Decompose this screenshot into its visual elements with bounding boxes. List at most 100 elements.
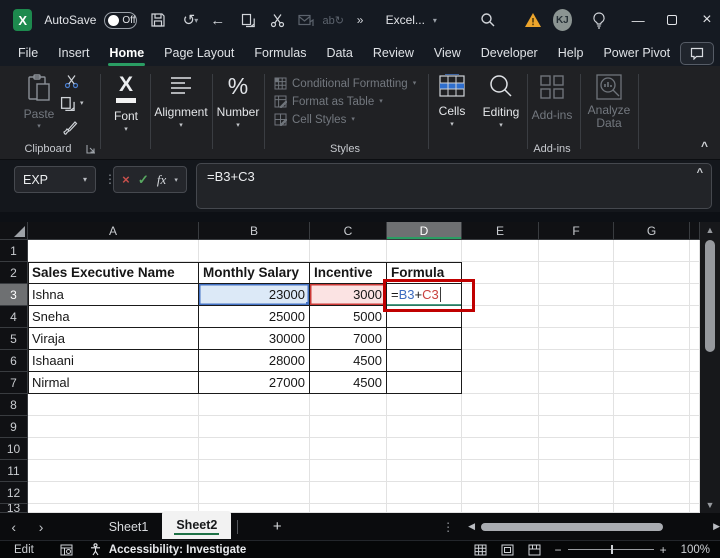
horizontal-scrollbar-thumb[interactable]: [481, 522, 664, 531]
tab-developer[interactable]: Developer: [471, 42, 548, 64]
comments-button[interactable]: [680, 41, 715, 65]
cell-B9[interactable]: [199, 416, 310, 438]
row-header-13[interactable]: 13: [0, 504, 28, 513]
cell-A6[interactable]: Ishaani: [28, 350, 199, 372]
font-group-button[interactable]: X Font ▾: [106, 74, 146, 134]
row-header-6[interactable]: 6: [0, 350, 28, 372]
name-box-chevron-icon[interactable]: ▾: [83, 175, 87, 184]
warning-icon[interactable]: [522, 7, 545, 33]
cell-C7[interactable]: 4500: [310, 372, 387, 394]
undo-chevron-icon[interactable]: ▾: [194, 16, 198, 25]
cut-icon[interactable]: [266, 7, 289, 33]
column-header-A[interactable]: A: [28, 222, 199, 240]
lightbulb-icon[interactable]: [588, 7, 611, 33]
cell-F3[interactable]: [539, 284, 614, 306]
accessibility-icon[interactable]: [89, 543, 102, 556]
add-sheet-button[interactable]: +: [266, 518, 288, 535]
cell-F1[interactable]: [539, 240, 614, 262]
copy-chevron-icon[interactable]: ▾: [80, 100, 84, 107]
excel-logo-icon[interactable]: X: [13, 9, 33, 31]
editing-group-button[interactable]: Editing ▾: [478, 74, 524, 129]
cell-B1[interactable]: [199, 240, 310, 262]
sheet-nav-right-icon[interactable]: ›: [27, 519, 54, 535]
cell-B2[interactable]: Monthly Salary: [199, 262, 310, 284]
autosave-toggle[interactable]: Off: [104, 11, 137, 29]
cell-B3[interactable]: 23000: [199, 284, 310, 306]
cell-A11[interactable]: [28, 460, 199, 482]
macro-record-icon[interactable]: [60, 544, 73, 556]
cell-D6[interactable]: [387, 350, 462, 372]
sheetbar-dots-icon[interactable]: ⋮: [442, 520, 454, 534]
cell-A8[interactable]: [28, 394, 199, 416]
cell-E11[interactable]: [462, 460, 539, 482]
tab-insert[interactable]: Insert: [48, 42, 99, 64]
copy-icon[interactable]: [237, 7, 260, 33]
scroll-up-icon[interactable]: ▲: [706, 222, 715, 238]
cell-D7[interactable]: [387, 372, 462, 394]
tab-power-pivot[interactable]: Power Pivot: [593, 42, 680, 64]
tab-page-layout[interactable]: Page Layout: [154, 42, 244, 64]
column-header-B[interactable]: B: [199, 222, 310, 240]
cell-A10[interactable]: [28, 438, 199, 460]
copy-button[interactable]: ▾: [60, 96, 84, 112]
cell-A9[interactable]: [28, 416, 199, 438]
cell-A7[interactable]: Nirmal: [28, 372, 199, 394]
sheet-tab-sheet1[interactable]: Sheet1: [95, 514, 163, 539]
cell-E5[interactable]: [462, 328, 539, 350]
zoom-slider[interactable]: [567, 545, 654, 554]
row-header-9[interactable]: 9: [0, 416, 28, 438]
search-icon[interactable]: [477, 7, 500, 33]
cancel-entry-button[interactable]: ×: [122, 172, 130, 187]
page-break-view-icon[interactable]: [528, 544, 541, 556]
cell-D12[interactable]: [387, 482, 462, 504]
cell-A1[interactable]: [28, 240, 199, 262]
page-layout-view-icon[interactable]: [501, 544, 514, 556]
column-header-D[interactable]: D: [387, 222, 462, 240]
cell-A3[interactable]: Ishna: [28, 284, 199, 306]
cell-C3[interactable]: 3000: [310, 284, 387, 306]
cell-F6[interactable]: [539, 350, 614, 372]
cell-A4[interactable]: Sneha: [28, 306, 199, 328]
clipboard-dialog-launcher-icon[interactable]: [86, 144, 96, 154]
cell-G8[interactable]: [614, 394, 690, 416]
cell-G6[interactable]: [614, 350, 690, 372]
insert-function-button[interactable]: fx: [157, 172, 166, 188]
scroll-down-icon[interactable]: ▼: [706, 497, 715, 513]
cell-A12[interactable]: [28, 482, 199, 504]
collapse-ribbon-icon[interactable]: ^: [701, 139, 708, 153]
cell-C2[interactable]: Incentive: [310, 262, 387, 284]
cell-D13[interactable]: [387, 504, 462, 513]
horizontal-scrollbar[interactable]: ◀ ▶: [468, 521, 720, 532]
number-group-button[interactable]: % Number ▾: [216, 74, 260, 129]
cell-C4[interactable]: 5000: [310, 306, 387, 328]
normal-view-icon[interactable]: [474, 544, 487, 556]
zoom-level[interactable]: 100%: [681, 544, 710, 556]
minimize-button[interactable]: —: [625, 6, 651, 34]
cell-F9[interactable]: [539, 416, 614, 438]
sheet-nav-left-icon[interactable]: ‹: [0, 519, 27, 535]
cell-C13[interactable]: [310, 504, 387, 513]
cell-C6[interactable]: 4500: [310, 350, 387, 372]
cell-B8[interactable]: [199, 394, 310, 416]
close-button[interactable]: ×: [694, 6, 720, 34]
row-header-1[interactable]: 1: [0, 240, 28, 262]
redo-arrow-icon[interactable]: ←: [206, 7, 229, 33]
cell-D11[interactable]: [387, 460, 462, 482]
cell-E4[interactable]: [462, 306, 539, 328]
column-header-C[interactable]: C: [310, 222, 387, 240]
zoom-in-button[interactable]: +: [660, 543, 667, 557]
zoom-slider-thumb[interactable]: [610, 545, 613, 554]
cell-D2[interactable]: Formula: [387, 262, 462, 284]
cell-E13[interactable]: [462, 504, 539, 513]
cell-B12[interactable]: [199, 482, 310, 504]
enter-entry-button[interactable]: ✓: [138, 172, 149, 188]
cell-C10[interactable]: [310, 438, 387, 460]
row-header-4[interactable]: 4: [0, 306, 28, 328]
cell-C12[interactable]: [310, 482, 387, 504]
sheet-tab-sheet2[interactable]: Sheet2: [162, 511, 232, 539]
cell-B6[interactable]: 28000: [199, 350, 310, 372]
scroll-right-icon[interactable]: ▶: [713, 521, 720, 532]
cell-D4[interactable]: [387, 306, 462, 328]
cell-C1[interactable]: [310, 240, 387, 262]
row-header-7[interactable]: 7: [0, 372, 28, 394]
